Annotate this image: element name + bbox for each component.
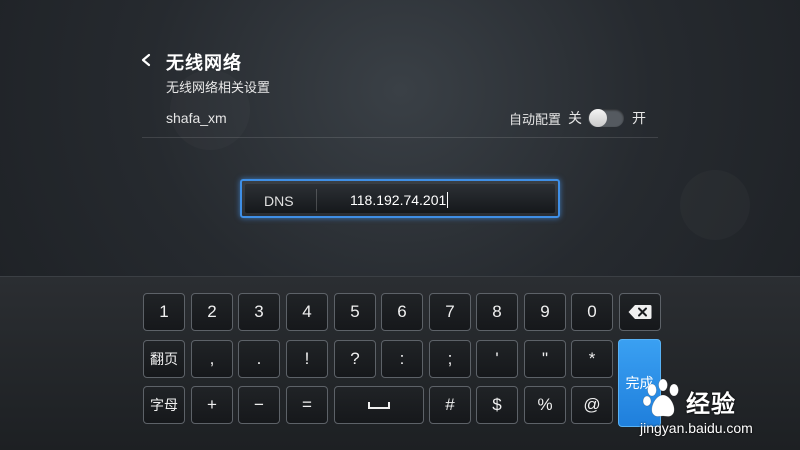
toggle-on-label: 开 (632, 110, 646, 126)
key-letters[interactable]: 字母 (143, 386, 185, 424)
network-ssid: shafa_xm (166, 110, 227, 126)
key-9[interactable]: 9 (524, 293, 566, 331)
key-colon[interactable]: : (381, 340, 423, 378)
dns-input[interactable]: DNS 118.192.74.201 (240, 179, 560, 218)
backspace-key[interactable] (619, 293, 661, 331)
backspace-icon (628, 305, 652, 319)
key-hash[interactable]: # (429, 386, 471, 424)
baidu-jingyan-watermark: 经验 jingyan.baidu.com (640, 370, 790, 440)
auto-config-row: 自动配置 关 开 (509, 108, 646, 128)
key-8[interactable]: 8 (476, 293, 518, 331)
auto-config-label: 自动配置 (508, 111, 561, 127)
key-quote[interactable]: " (524, 340, 566, 378)
dns-separator (316, 189, 317, 211)
baidu-paw-logo (642, 378, 679, 417)
key-apostrophe[interactable]: ' (476, 340, 518, 378)
key-dollar[interactable]: $ (476, 386, 518, 424)
page-title: 无线网络 (166, 53, 242, 73)
key-question[interactable]: ? (334, 340, 376, 378)
key-at[interactable]: @ (571, 386, 613, 424)
key-semicolon[interactable]: ; (429, 340, 471, 378)
key-0[interactable]: 0 (571, 293, 613, 331)
text-caret (447, 192, 449, 208)
space-key[interactable] (334, 386, 424, 424)
space-bar-icon (368, 401, 390, 409)
dns-value: 118.192.74.201 (350, 192, 447, 208)
toggle-off-label: 关 (568, 110, 582, 126)
auto-config-toggle[interactable] (588, 109, 624, 127)
watermark-url: jingyan.baidu.com (640, 420, 753, 436)
key-equals[interactable]: = (286, 386, 328, 424)
key-percent[interactable]: % (524, 386, 566, 424)
key-asterisk[interactable]: * (571, 340, 613, 378)
dns-input-inner: DNS 118.192.74.201 (245, 184, 555, 213)
key-comma[interactable]: , (191, 340, 233, 378)
dns-label: DNS (264, 193, 294, 209)
key-period[interactable]: . (238, 340, 280, 378)
key-exclamation[interactable]: ! (286, 340, 328, 378)
key-2[interactable]: 2 (191, 293, 233, 331)
key-page-turn[interactable]: 翻页 (143, 340, 185, 378)
toggle-knob (589, 109, 607, 127)
key-5[interactable]: 5 (334, 293, 376, 331)
chevron-left-icon[interactable] (138, 52, 154, 68)
divider (142, 137, 658, 138)
background-bokeh (680, 170, 750, 240)
key-3[interactable]: 3 (238, 293, 280, 331)
key-6[interactable]: 6 (381, 293, 423, 331)
key-1[interactable]: 1 (143, 293, 185, 331)
dns-value-wrap: 118.192.74.201 (350, 192, 449, 208)
key-4[interactable]: 4 (286, 293, 328, 331)
key-plus[interactable]: + (191, 386, 233, 424)
watermark-brand: 经验 (686, 391, 736, 418)
key-minus[interactable]: − (238, 386, 280, 424)
page-subtitle: 无线网络相关设置 (166, 80, 271, 95)
key-7[interactable]: 7 (429, 293, 471, 331)
